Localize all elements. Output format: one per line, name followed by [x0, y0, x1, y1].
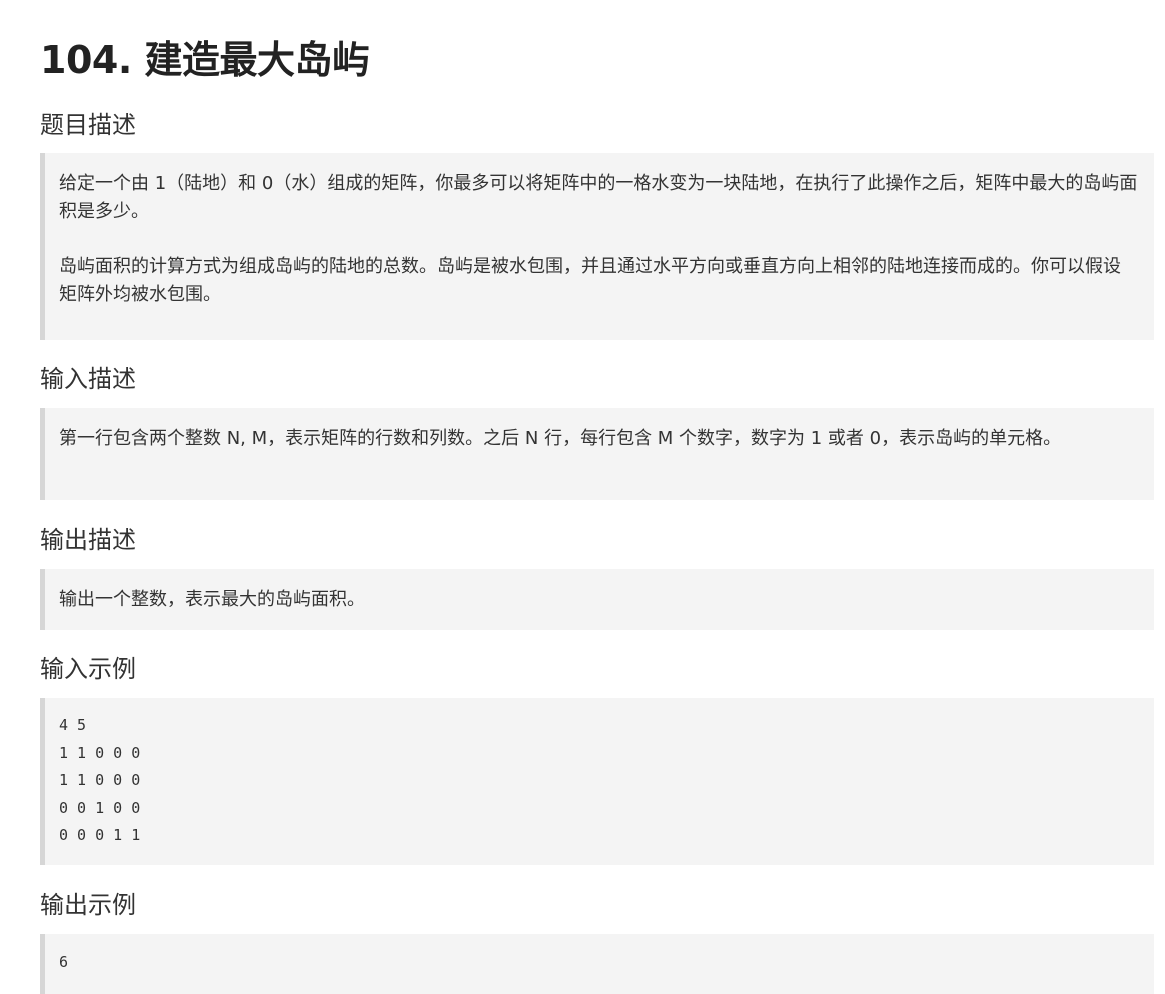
description-block: 给定一个由 1（陆地）和 0（水）组成的矩阵，你最多可以将矩阵中的一格水变为一块…: [40, 153, 1154, 340]
output-example-code: 6: [59, 953, 69, 971]
input-example-heading: 输入示例: [40, 655, 136, 683]
output-description-heading: 输出描述: [40, 526, 136, 554]
description-paragraph-2: 岛屿面积的计算方式为组成岛屿的陆地的总数。岛屿是被水包围，并且通过水平方向或垂直…: [59, 256, 1121, 305]
output-example-code-block: 6: [40, 934, 1154, 994]
input-description-heading: 输入描述: [40, 365, 136, 393]
description-heading: 题目描述: [40, 111, 136, 139]
output-description-text: 输出一个整数，表示最大的岛屿面积。: [59, 589, 365, 610]
input-example-code-block: 4 5 1 1 0 0 0 1 1 0 0 0 0 0 1 0 0 0 0 0 …: [40, 698, 1154, 865]
input-description-block: 第一行包含两个整数 N, M，表示矩阵的行数和列数。之后 N 行，每行包含 M …: [40, 408, 1154, 500]
problem-page: 104. 建造最大岛屿 题目描述 给定一个由 1（陆地）和 0（水）组成的矩阵，…: [0, 0, 1165, 994]
description-paragraph-1: 给定一个由 1（陆地）和 0（水）组成的矩阵，你最多可以将矩阵中的一格水变为一块…: [59, 173, 1138, 222]
input-example-code: 4 5 1 1 0 0 0 1 1 0 0 0 0 0 1 0 0 0 0 0 …: [59, 716, 141, 845]
output-example-heading: 输出示例: [40, 891, 136, 919]
input-description-text: 第一行包含两个整数 N, M，表示矩阵的行数和列数。之后 N 行，每行包含 M …: [59, 428, 1062, 449]
output-description-block: 输出一个整数，表示最大的岛屿面积。: [40, 569, 1154, 630]
page-title: 104. 建造最大岛屿: [40, 38, 370, 82]
